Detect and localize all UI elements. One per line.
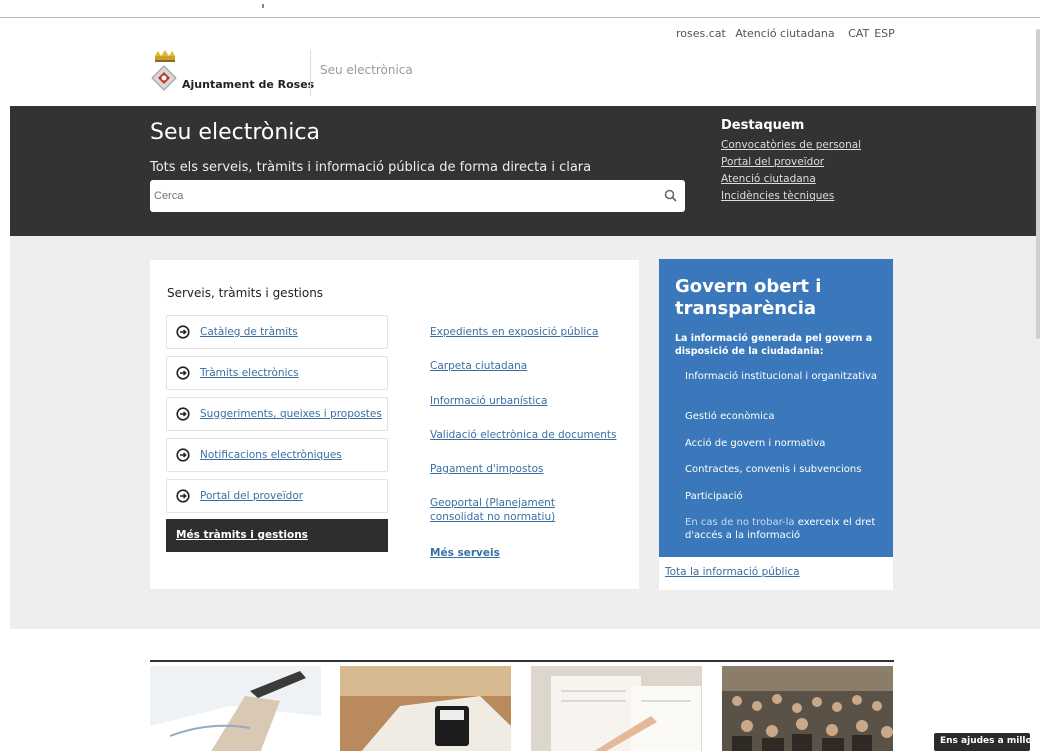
arrow-circle-icon	[176, 366, 190, 380]
browser-top-bar	[0, 0, 1040, 18]
search-icon[interactable]	[664, 189, 677, 202]
arrow-circle-icon	[176, 325, 190, 339]
lang-esp[interactable]: ESP	[874, 27, 895, 40]
govern-item-participacio[interactable]: Participació	[685, 490, 885, 503]
govern-item-economica[interactable]: Gestió econòmica	[685, 410, 885, 423]
service-link-expedients[interactable]: Expedients en exposició pública	[430, 325, 599, 339]
feedback-button[interactable]: Ens ajudes a millorar?	[934, 733, 1040, 751]
services-title: Serveis, tràmits i gestions	[167, 286, 324, 300]
govern-obert-panel: Govern obert i transparència La informac…	[659, 259, 893, 557]
top-links: roses.cat Atenció ciutadana CAT ESP	[676, 27, 901, 40]
destaquem-title: Destaquem	[721, 118, 805, 133]
lang-cat[interactable]: CAT	[848, 27, 869, 40]
service-link-pagament[interactable]: Pagament d'impostos	[430, 462, 543, 476]
photo-strip	[150, 660, 894, 751]
main-section: Serveis, tràmits i gestions Catàleg de t…	[10, 236, 1040, 629]
photo-documents-pointing[interactable]	[531, 666, 702, 751]
more-services-link[interactable]: Més serveis	[430, 546, 500, 560]
site-logo[interactable]: Ajuntament de Roses	[150, 50, 314, 94]
more-tramits-button[interactable]: Més tràmits i gestions	[166, 519, 388, 552]
search-input[interactable]	[150, 180, 650, 212]
govern-note-text: En cas de no trobar-la	[685, 517, 798, 528]
more-tramits-label: Més tràmits i gestions	[176, 529, 308, 541]
destaquem-link-incidencies[interactable]: Incidències tècniques	[721, 190, 861, 202]
service-link-geoportal[interactable]: Geoportal (Planejament consolidat no nor…	[430, 496, 612, 524]
scrollbar[interactable]	[1036, 29, 1040, 339]
crown-icon	[155, 50, 175, 62]
services-card: Serveis, tràmits i gestions Catàleg de t…	[150, 260, 639, 589]
destaquem-link-portal-proveidor[interactable]: Portal del proveïdor	[721, 156, 861, 168]
photo-signing-document[interactable]	[150, 666, 321, 751]
photo-stamp[interactable]	[340, 666, 511, 751]
destaquem-link-convocatories[interactable]: Convocatòries de personal	[721, 139, 861, 151]
logo-text: Ajuntament de Roses	[182, 78, 315, 91]
service-button-label: Catàleg de tràmits	[200, 326, 298, 338]
arrow-circle-icon	[176, 407, 190, 421]
govern-item-contractes[interactable]: Contractes, convenis i subvencions	[685, 463, 885, 476]
top-tick-mark	[262, 4, 264, 8]
service-button-label: Portal del proveïdor	[200, 490, 304, 502]
toplink-atencio[interactable]: Atenció ciutadana	[735, 27, 834, 40]
govern-item-accio-govern[interactable]: Acció de govern i normativa	[685, 437, 885, 450]
hero-subtitle: Tots els serveis, tràmits i informació p…	[150, 160, 592, 175]
service-button-notificacions[interactable]: Notificacions electròniques	[166, 438, 388, 472]
logo-divider	[310, 50, 311, 96]
service-link-validacio[interactable]: Validació electrònica de documents	[430, 428, 616, 442]
destaquem-panel: Destaquem Convocatòries de personal Port…	[721, 118, 861, 207]
service-button-label: Tràmits electrònics	[200, 367, 299, 379]
destaquem-link-atencio-ciutadana[interactable]: Atenció ciutadana	[721, 173, 861, 185]
service-link-carpeta[interactable]: Carpeta ciutadana	[430, 359, 527, 373]
service-button-suggeriments[interactable]: Suggeriments, queixes i propostes	[166, 397, 388, 431]
govern-description: La informació generada pel govern a disp…	[675, 333, 873, 357]
arrow-circle-icon	[176, 448, 190, 462]
shield-icon	[151, 65, 177, 91]
service-button-cataleg[interactable]: Catàleg de tràmits	[166, 315, 388, 349]
arrow-circle-icon	[176, 489, 190, 503]
service-button-label: Notificacions electròniques	[200, 449, 342, 461]
all-public-info-link[interactable]: Tota la informació pública	[665, 566, 800, 578]
service-link-urbanistica[interactable]: Informació urbanística	[430, 394, 547, 408]
section-label[interactable]: Seu electrònica	[320, 63, 413, 77]
service-button-label: Suggeriments, queixes i propostes	[200, 408, 382, 420]
hero-banner: Seu electrònica Tots els serveis, tràmit…	[10, 106, 1040, 236]
photo-crowd[interactable]	[722, 666, 893, 751]
govern-footer: Tota la informació pública	[659, 557, 893, 590]
search-box	[150, 180, 685, 212]
feedback-label: Ens ajudes a millorar?	[940, 736, 1040, 746]
site-header: roses.cat Atenció ciutadana CAT ESP Ajunt…	[0, 18, 1040, 106]
govern-access-note: En cas de no trobar-la exerceix el dret …	[685, 516, 885, 542]
service-button-tramits-electronics[interactable]: Tràmits electrònics	[166, 356, 388, 390]
hero-title: Seu electrònica	[150, 120, 320, 145]
govern-item-institucional[interactable]: Informació institucional i organitzativa	[685, 370, 885, 383]
service-button-portal-proveidor[interactable]: Portal del proveïdor	[166, 479, 388, 513]
govern-title[interactable]: Govern obert i transparència	[675, 276, 885, 320]
toplink-roses[interactable]: roses.cat	[676, 27, 726, 40]
